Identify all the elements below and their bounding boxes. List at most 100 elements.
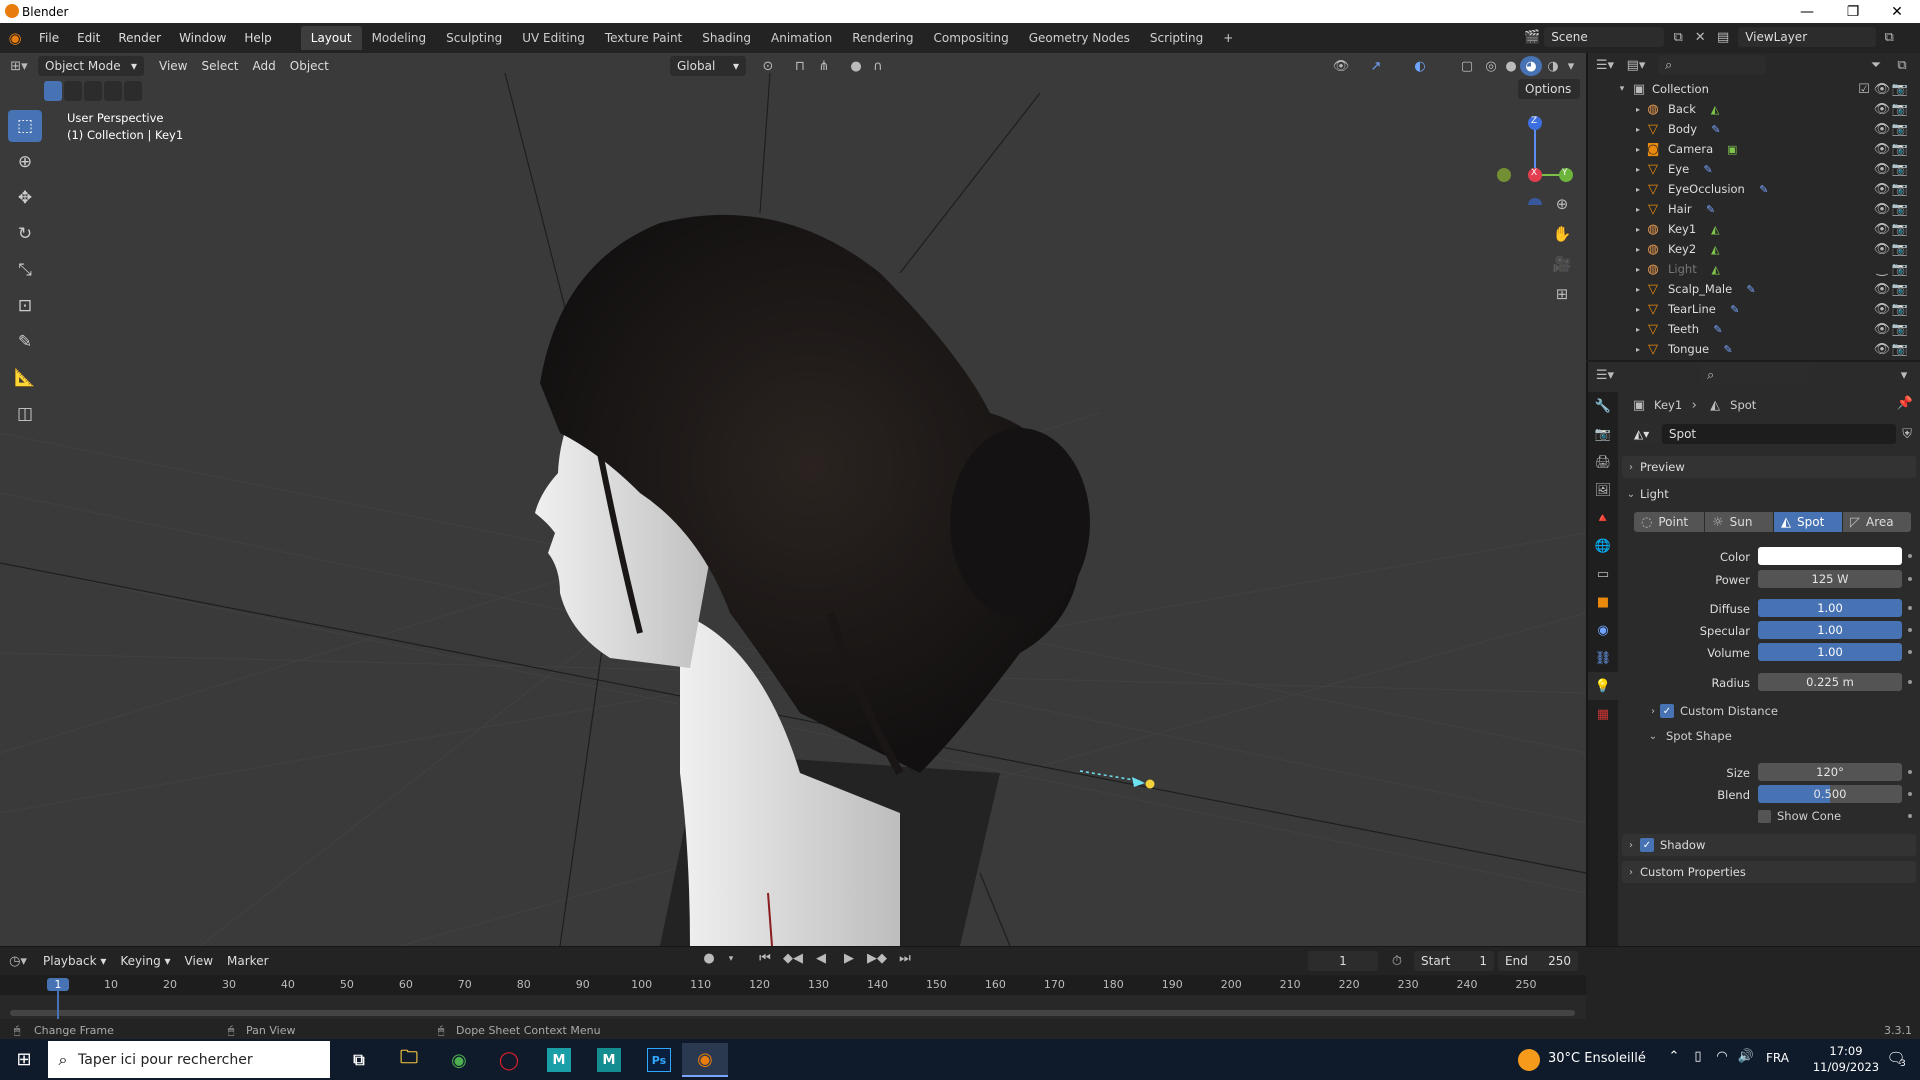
spot-shape-header[interactable]: ⌄ Spot Shape <box>1646 727 1732 745</box>
battery-icon[interactable]: ▯ <box>1690 1049 1706 1064</box>
network-icon[interactable]: ◠ <box>1714 1049 1730 1064</box>
light-type-sun[interactable]: ☼ Sun <box>1705 512 1773 532</box>
spot-blend-field[interactable]: 0.500 <box>1758 785 1902 803</box>
object-data-badge-icon[interactable]: ✎ <box>1709 323 1727 336</box>
view-layer-selector[interactable]: ViewLayer <box>1738 27 1877 47</box>
collection-checkbox-icon[interactable]: ☑ <box>1856 82 1872 97</box>
expand-icon[interactable]: ▸ <box>1632 165 1644 174</box>
custom-distance-checkbox[interactable]: ✓ <box>1660 704 1674 718</box>
radius-field[interactable]: 0.225 m <box>1758 673 1902 691</box>
render-camera-icon[interactable]: 📷 <box>1892 262 1908 277</box>
properties-options-icon[interactable]: ▾ <box>1894 368 1914 383</box>
visibility-eye-icon[interactable]: 👁 <box>1874 242 1891 257</box>
display-mode-icon[interactable]: ▤▾ <box>1622 58 1650 73</box>
record-options-icon[interactable]: ▾ <box>724 954 738 964</box>
taskbar-clock[interactable]: 17:09 11/09/2023 <box>1812 1043 1880 1075</box>
outliner-item[interactable]: ▸ ◍ Back ◭ 👁 📷 <box>1588 99 1920 119</box>
color-keyframe-dot[interactable] <box>1908 554 1912 558</box>
expand-icon[interactable]: ▸ <box>1632 345 1644 354</box>
shading-options-icon[interactable]: ▾ <box>1562 59 1580 74</box>
tab-animation[interactable]: Animation <box>761 26 842 50</box>
object-data-badge-icon[interactable]: ✎ <box>1699 163 1717 176</box>
maya-icon[interactable]: M <box>547 1048 571 1072</box>
expand-icon[interactable]: ▸ <box>1632 285 1644 294</box>
view-layer-tab-icon[interactable]: 🖼 <box>1588 476 1618 504</box>
expand-icon[interactable]: ▸ <box>1632 185 1644 194</box>
tab-uv-editing[interactable]: UV Editing <box>512 26 595 50</box>
datablock-browse-icon[interactable]: ◭▾ <box>1630 424 1660 444</box>
wireframe-shading-icon[interactable]: ◎ <box>1480 59 1502 74</box>
outliner-item[interactable]: ▸ ▽ Tongue ✎ 👁 📷 <box>1588 339 1920 359</box>
expand-icon[interactable]: ▸ <box>1632 305 1644 314</box>
blend-keyframe-dot[interactable] <box>1908 792 1912 796</box>
rendered-shading-icon[interactable]: ◑ <box>1542 59 1564 74</box>
specular-field[interactable]: 1.00 <box>1758 621 1902 639</box>
object-tab-icon[interactable]: ■ <box>1588 588 1618 616</box>
select-invert-icon[interactable] <box>104 81 122 101</box>
timeline-menu-keying[interactable]: Keying ▾ <box>113 954 177 968</box>
end-frame-field[interactable]: End 250 <box>1498 951 1578 971</box>
tab-texture-paint[interactable]: Texture Paint <box>595 26 692 50</box>
render-camera-icon[interactable]: 📷 <box>1892 82 1908 97</box>
gizmo-toggle-icon[interactable]: ↗ <box>1364 59 1388 74</box>
pin-icon[interactable]: 📌 <box>1896 396 1914 411</box>
jump-end-icon[interactable]: ⏭ <box>894 951 916 966</box>
outliner-item[interactable]: ▸ ◍ Light ◭ ‿ 📷 <box>1588 259 1920 279</box>
preview-section-header[interactable]: › Preview <box>1622 456 1916 478</box>
scale-icon[interactable]: ⤡ <box>8 254 42 286</box>
3d-viewport[interactable]: ⊞▾ Object Mode ▾ View Select Add Object G… <box>0 53 1586 946</box>
object-data-badge-icon[interactable]: ✎ <box>1755 183 1773 196</box>
menu-object[interactable]: Object <box>283 59 336 73</box>
object-data-badge-icon[interactable]: ◭ <box>1706 243 1724 256</box>
measure-icon[interactable]: 📐 <box>8 362 42 394</box>
annotate-icon[interactable]: ✎ <box>8 326 42 358</box>
windows-start-icon[interactable]: ⊞ <box>10 1047 38 1071</box>
minimize-button[interactable]: — <box>1784 0 1830 23</box>
tab-rendering[interactable]: Rendering <box>842 26 923 50</box>
object-data-badge-icon[interactable]: ◭ <box>1706 103 1724 116</box>
visibility-eye-icon[interactable]: 👁 <box>1874 82 1891 97</box>
timeline-editor-type-icon[interactable]: ◷▾ <box>0 954 36 969</box>
scene-selector[interactable]: Scene <box>1544 27 1665 47</box>
light-data-tab-icon[interactable]: 💡 <box>1588 672 1618 700</box>
editor-type-icon[interactable]: ⊞▾ <box>0 59 38 74</box>
power-keyframe-dot[interactable] <box>1908 577 1912 581</box>
perspective-toggle-icon[interactable]: ⊞ <box>1550 283 1574 305</box>
render-camera-icon[interactable]: 📷 <box>1892 142 1908 157</box>
collection-tab-icon[interactable]: ▭ <box>1588 560 1618 588</box>
play-icon[interactable]: ▶ <box>838 951 860 966</box>
size-keyframe-dot[interactable] <box>1908 770 1912 774</box>
object-data-badge-icon[interactable]: ✎ <box>1726 303 1744 316</box>
expand-icon[interactable]: ▸ <box>1632 145 1644 154</box>
outliner-item[interactable]: ▸ ◍ Key1 ◭ 👁 📷 <box>1588 219 1920 239</box>
object-data-badge-icon[interactable]: ▣ <box>1723 143 1741 156</box>
add-cube-icon[interactable]: ◫ <box>8 398 42 430</box>
radius-keyframe-dot[interactable] <box>1908 680 1912 684</box>
mode-selector[interactable]: Object Mode ▾ <box>38 56 144 76</box>
timeline-scrollbar[interactable] <box>10 1010 1575 1016</box>
outliner-item[interactable]: ▸ ▽ Body ✎ 👁 📷 <box>1588 119 1920 139</box>
snap-icon[interactable]: ⊓ <box>788 59 812 74</box>
diffuse-keyframe-dot[interactable] <box>1908 606 1912 610</box>
visibility-eye-icon[interactable]: 👁 <box>1874 102 1891 117</box>
visibility-eye-icon[interactable]: 👁 <box>1874 202 1891 217</box>
object-data-badge-icon[interactable]: ◭ <box>1706 223 1724 236</box>
file-explorer-icon[interactable]: 🗀 <box>386 1043 432 1077</box>
next-keyframe-icon[interactable]: ▶◆ <box>866 951 888 966</box>
outliner-item[interactable]: ▸ ◍ Key2 ◭ 👁 📷 <box>1588 239 1920 259</box>
custom-properties-section-header[interactable]: › Custom Properties <box>1622 861 1916 883</box>
visibility-eye-icon[interactable]: 👁 <box>1874 142 1891 157</box>
show-cone-row[interactable]: Show Cone <box>1758 807 1841 825</box>
object-data-badge-icon[interactable]: ✎ <box>1702 203 1720 216</box>
prev-keyframe-icon[interactable]: ◆◀ <box>782 951 804 966</box>
datablock-selector[interactable]: ◭▾ Spot ⛨ <box>1630 424 1916 444</box>
volume-icon[interactable]: 🔊 <box>1738 1049 1754 1064</box>
menu-view[interactable]: View <box>152 59 194 73</box>
expand-icon[interactable]: ▸ <box>1632 205 1644 214</box>
expand-icon[interactable]: ▸ <box>1632 245 1644 254</box>
visibility-eye-icon[interactable]: 👁 <box>1874 122 1891 137</box>
tab-shading[interactable]: Shading <box>692 26 761 50</box>
outliner-item[interactable]: ▸ ▽ Eye ✎ 👁 📷 <box>1588 159 1920 179</box>
photoshop-icon[interactable]: Ps <box>647 1048 671 1072</box>
visibility-eye-icon[interactable]: 👁 <box>1874 322 1891 337</box>
